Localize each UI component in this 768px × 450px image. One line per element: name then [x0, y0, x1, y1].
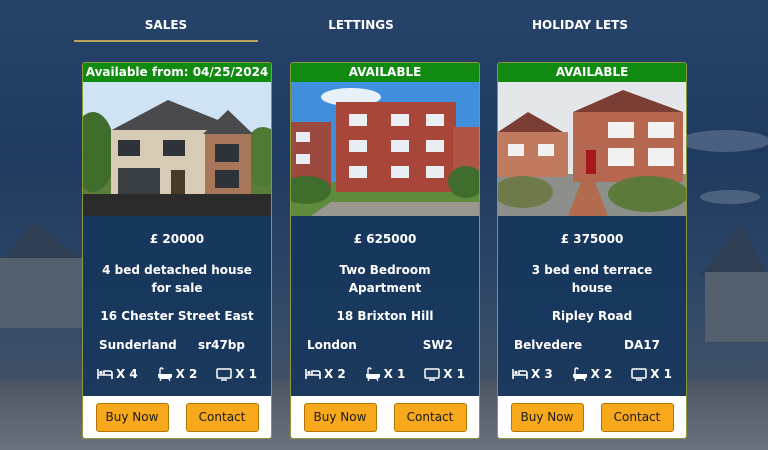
- price: £ 375000: [560, 232, 624, 246]
- city: Sunderland: [99, 338, 177, 352]
- tab-holiday-lets[interactable]: HOLIDAY LETS: [484, 0, 676, 42]
- property-card: AVAILABLE £ 625000 Two Bedroom Apartment…: [290, 62, 480, 439]
- tv-icon: [216, 367, 232, 381]
- buy-now-button[interactable]: Buy Now: [510, 402, 584, 432]
- property-title: Two Bedroom Apartment: [339, 263, 431, 295]
- bath-icon: [572, 367, 588, 381]
- availability-badge: AVAILABLE: [498, 63, 686, 82]
- reception-count: X 1: [443, 367, 465, 381]
- buy-now-button[interactable]: Buy Now: [95, 402, 169, 432]
- bathroom-count: X 2: [175, 367, 198, 381]
- bathroom-count: X 2: [590, 367, 613, 381]
- contact-button[interactable]: Contact: [600, 402, 674, 432]
- price: £ 20000: [149, 232, 205, 246]
- listing-tabs: SALES LETTINGS HOLIDAY LETS: [74, 0, 628, 44]
- postcode: SW2: [422, 338, 453, 352]
- property-photo[interactable]: [498, 82, 686, 216]
- tv-icon: [424, 367, 440, 381]
- bed-icon: [512, 368, 528, 380]
- street-address: 18 Brixton Hill: [336, 309, 434, 323]
- availability-badge: AVAILABLE: [291, 63, 479, 82]
- bathroom-count: X 1: [383, 367, 406, 381]
- bedroom-count: X 3: [531, 367, 553, 381]
- property-title: 4 bed detached house for sale: [102, 263, 252, 295]
- bedroom-count: X 4: [116, 367, 138, 381]
- reception-count: X 1: [235, 367, 257, 381]
- reception-count: X 1: [650, 367, 672, 381]
- city: London: [307, 338, 357, 352]
- city: Belvedere: [514, 338, 583, 352]
- postcode: sr47bp: [198, 338, 245, 352]
- postcode: DA17: [624, 338, 660, 352]
- tab-sales[interactable]: SALES: [74, 0, 258, 42]
- tab-lettings[interactable]: LETTINGS: [282, 0, 440, 42]
- tv-icon: [631, 367, 647, 381]
- buy-now-button[interactable]: Buy Now: [303, 402, 377, 432]
- contact-button[interactable]: Contact: [185, 402, 259, 432]
- property-title: 3 bed end terrace house: [531, 263, 653, 295]
- property-card: Available from: 04/25/2024 £ 20000 4 bed…: [82, 62, 272, 439]
- property-photo[interactable]: [291, 82, 479, 216]
- street-address: 16 Chester Street East: [100, 309, 254, 323]
- bed-icon: [305, 368, 321, 380]
- property-card: AVAILABLE £ 375000 3 bed end terrace hou…: [497, 62, 687, 439]
- street-address: Ripley Road: [551, 309, 633, 323]
- bed-icon: [97, 368, 113, 380]
- price: £ 625000: [353, 232, 417, 246]
- contact-button[interactable]: Contact: [393, 402, 467, 432]
- bath-icon: [365, 367, 381, 381]
- property-photo[interactable]: [83, 82, 271, 216]
- bath-icon: [157, 367, 173, 381]
- availability-badge: Available from: 04/25/2024: [83, 63, 271, 82]
- bedroom-count: X 2: [324, 367, 346, 381]
